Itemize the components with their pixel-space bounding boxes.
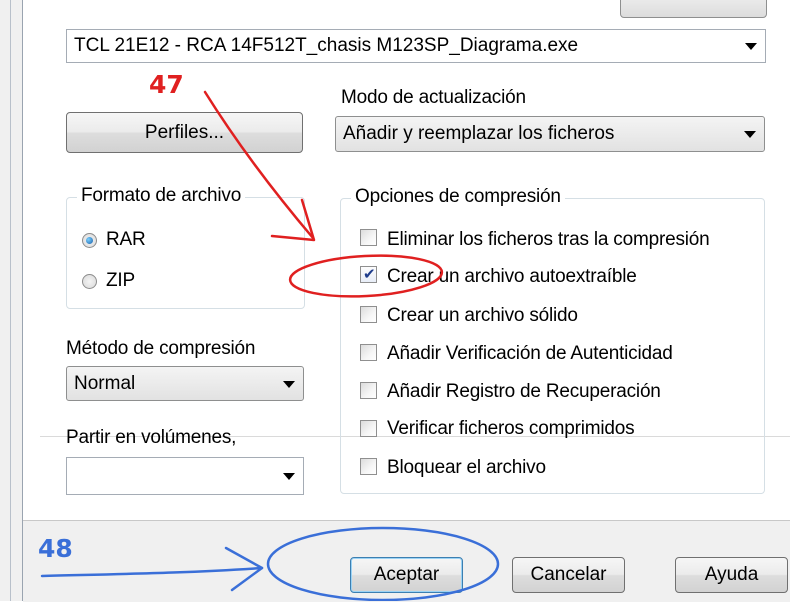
archive-name-value: TCL 21E12 - RCA 14F512T_chasis M123SP_Di… — [74, 35, 579, 56]
split-volumes-combo[interactable] — [66, 457, 304, 495]
radio-zip[interactable] — [82, 274, 97, 289]
check-icon: ✔ — [363, 265, 376, 283]
window-left-frame — [0, 0, 23, 601]
accept-button[interactable]: Aceptar — [350, 557, 463, 593]
checkbox-solid-label[interactable]: Crear un archivo sólido — [387, 305, 578, 327]
window-frame-line — [10, 0, 11, 601]
archive-format-legend: Formato de archivo — [77, 185, 246, 207]
compression-method-label: Método de compresión — [66, 338, 256, 359]
chevron-down-icon[interactable] — [744, 131, 756, 138]
help-button[interactable]: Ayuda — [675, 557, 788, 593]
checkbox-authenticity[interactable] — [360, 344, 377, 361]
radio-rar[interactable] — [82, 233, 97, 248]
checkbox-recovery-record[interactable] — [360, 382, 377, 399]
chevron-down-icon[interactable] — [283, 473, 295, 480]
update-mode-select[interactable]: Añadir y reemplazar los ficheros — [335, 116, 765, 152]
update-mode-value: Añadir y reemplazar los ficheros — [343, 123, 615, 144]
annotation-number-47: 47 — [149, 70, 184, 99]
checkbox-lock[interactable] — [360, 458, 377, 475]
compression-options-legend: Opciones de compresión — [351, 186, 565, 208]
checkbox-authenticity-label[interactable]: Añadir Verificación de Autenticidad — [387, 343, 673, 365]
compression-method-value: Normal — [74, 372, 136, 394]
checkbox-sfx-label[interactable]: Crear un archivo autoextraíble — [387, 266, 637, 288]
cancel-button-label: Cancelar — [530, 564, 607, 585]
profiles-button-label: Perfiles... — [144, 121, 225, 143]
split-volumes-label: Partir en volúmenes, — [66, 427, 237, 448]
checkbox-lock-label[interactable]: Bloquear el archivo — [387, 457, 546, 479]
radio-zip-label[interactable]: ZIP — [106, 270, 135, 292]
profiles-button[interactable]: Perfiles... — [66, 112, 303, 153]
checkbox-sfx[interactable]: ✔ — [360, 265, 377, 283]
checkbox-verify[interactable] — [360, 420, 377, 437]
cancel-button[interactable]: Cancelar — [512, 557, 625, 593]
checkbox-solid[interactable] — [360, 306, 377, 323]
checkbox-delete-files[interactable] — [360, 229, 377, 246]
annotation-number-48: 48 — [38, 534, 73, 563]
chevron-down-icon[interactable] — [745, 43, 757, 50]
archive-name-combo[interactable]: TCL 21E12 - RCA 14F512T_chasis M123SP_Di… — [66, 29, 766, 63]
help-button-label: Ayuda — [704, 564, 759, 585]
checkbox-verify-label[interactable]: Verificar ficheros comprimidos — [387, 418, 635, 440]
archive-format-group — [66, 197, 305, 309]
top-right-button[interactable] — [620, 0, 767, 18]
checkbox-recovery-record-label[interactable]: Añadir Registro de Recuperación — [387, 381, 661, 403]
checkbox-delete-files-label[interactable]: Eliminar los ficheros tras la compresión — [387, 229, 710, 251]
update-mode-label: Modo de actualización — [341, 87, 526, 108]
chevron-down-icon[interactable] — [283, 380, 295, 388]
accept-button-label: Aceptar — [373, 564, 440, 585]
radio-rar-label[interactable]: RAR — [106, 229, 146, 251]
compression-method-select[interactable]: Normal — [66, 366, 304, 401]
